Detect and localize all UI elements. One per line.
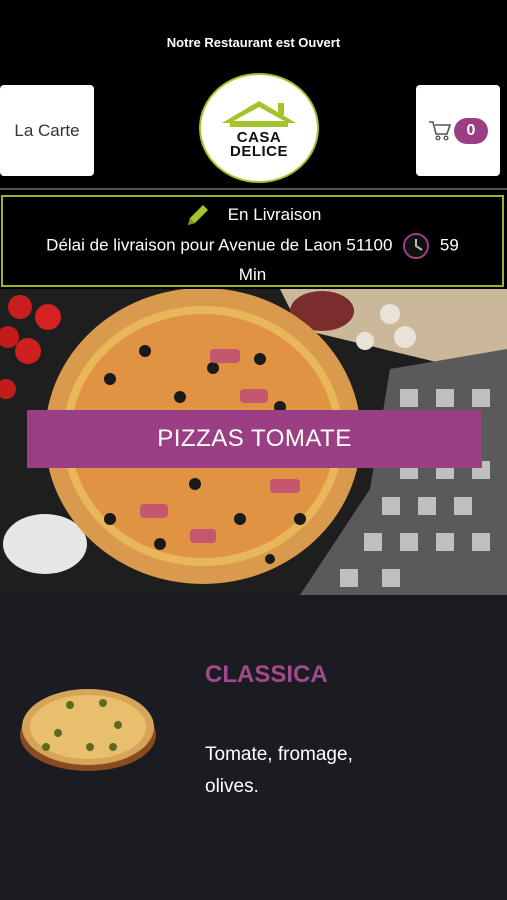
header-divider bbox=[0, 188, 507, 190]
delivery-time-unit: Min bbox=[238, 265, 267, 284]
logo-text-delice: DELICE bbox=[229, 143, 288, 160]
product-pizza-image bbox=[20, 689, 156, 771]
product-name[interactable]: CLASSICA bbox=[205, 661, 328, 689]
menu-button-label: La Carte bbox=[14, 120, 80, 140]
delivery-info-box[interactable]: En Livraison Délai de livraison pour Ave… bbox=[1, 195, 504, 287]
house-roof-icon bbox=[222, 101, 296, 127]
delivery-detail-text: Délai de livraison pour Avenue de Laon 5… bbox=[46, 235, 393, 255]
shopping-cart-icon bbox=[429, 120, 452, 141]
menu-button[interactable]: La Carte bbox=[0, 85, 94, 176]
cart-count-badge: 0 bbox=[454, 117, 488, 144]
restaurant-status-text: Notre Restaurant est Ouvert bbox=[166, 35, 341, 50]
pencil-edit-icon[interactable] bbox=[184, 203, 210, 227]
product-card[interactable]: CLASSICA Tomate, fromage, olives. bbox=[0, 595, 507, 900]
category-title-label: PIZZAS TOMATE bbox=[157, 425, 352, 452]
cart-button[interactable]: 0 bbox=[416, 85, 500, 176]
product-description: Tomate, fromage, olives. bbox=[205, 744, 353, 797]
category-title-banner[interactable]: PIZZAS TOMATE bbox=[27, 410, 482, 468]
restaurant-logo[interactable]: CASA DELICE bbox=[199, 73, 319, 183]
clock-icon bbox=[403, 233, 430, 259]
delivery-time-value: 59 bbox=[439, 235, 459, 255]
delivery-mode-label: En Livraison bbox=[227, 205, 322, 224]
